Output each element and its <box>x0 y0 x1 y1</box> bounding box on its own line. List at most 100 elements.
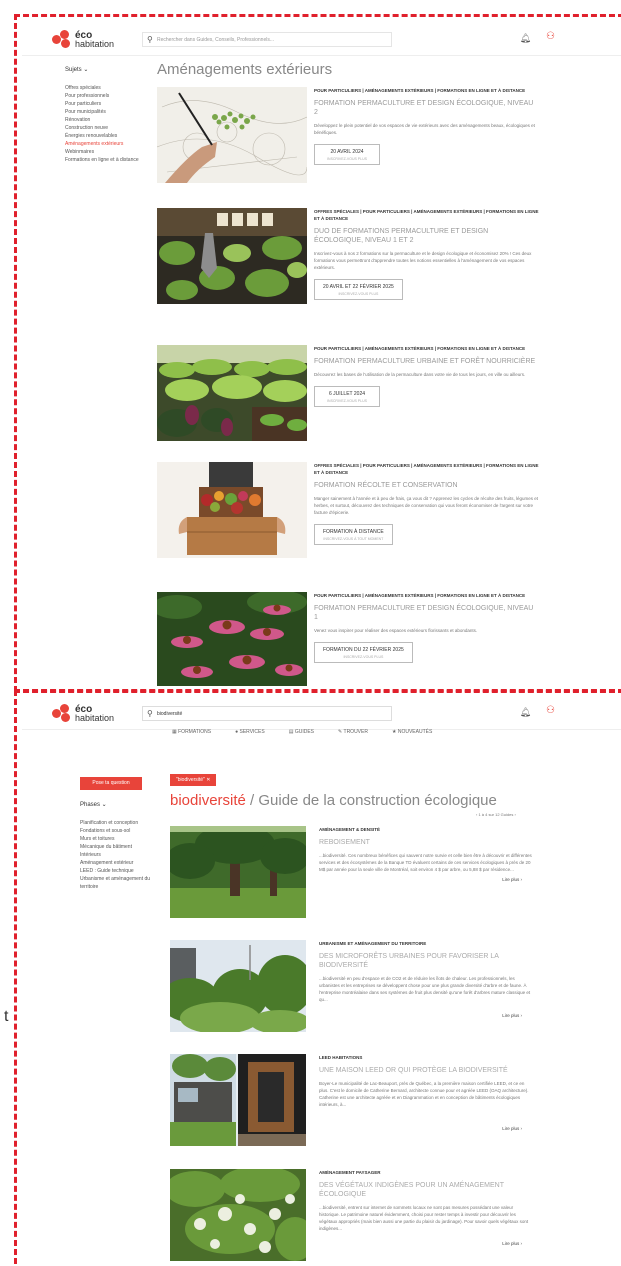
page-title: Aménagements extérieurs <box>157 61 333 78</box>
card-description: Boyer-Le municipalité de Lac-Beauport, p… <box>319 1081 529 1107</box>
site-logo[interactable]: éco habitation <box>52 704 114 722</box>
sidebar-item[interactable]: LEED : Guide technique <box>80 867 160 875</box>
card-description: ...biodiversité en peu d'espace et de CO… <box>319 976 531 1002</box>
pagination[interactable]: ‹ 1 à 4 sur 12 Guides › <box>476 812 516 817</box>
site-logo[interactable]: éco habitation <box>52 30 114 48</box>
date-button[interactable]: 20 AVRIL ET 22 FÉVRIER 2025 INSCRIVEZ-VO… <box>314 279 403 300</box>
guide-card[interactable]: LEED HABITATIONS UNE MAISON LEED OR QUI … <box>170 1054 532 1148</box>
card-title[interactable]: DUO DE FORMATIONS PERMACULTURE ET DESIGN… <box>314 227 539 245</box>
sidebar-item[interactable]: Pour particuliers <box>65 100 145 108</box>
card-title[interactable]: FORMATION RÉCOLTE ET CONSERVATION <box>314 481 539 490</box>
sidebar-item[interactable]: Pour municipalités <box>65 108 145 116</box>
sidebar-item[interactable]: Murs et toitures <box>80 835 160 843</box>
sidebar-item[interactable]: Offres spéciales <box>65 84 145 92</box>
card-image <box>170 826 306 918</box>
card-title[interactable]: DES MICROFORÊTS URBAINES POUR FAVORISER … <box>319 952 532 970</box>
card-title[interactable]: FORMATION PERMACULTURE URBAINE ET FORÊT … <box>314 357 539 366</box>
logo-mark-icon <box>52 704 72 722</box>
nav-item-trouver[interactable]: ✎ TROUVER <box>338 729 368 735</box>
card-category: POUR PARTICULIERS | AMÉNAGEMENTS EXTÉRIE… <box>314 593 526 598</box>
date-label: 20 AVRIL ET 22 FÉVRIER 2025 <box>323 284 394 290</box>
nav-item-guides[interactable]: ▤ GUIDES <box>289 729 314 735</box>
site-header: éco habitation ⚲ Rechercher dans Guides, … <box>22 26 621 56</box>
sidebar-item[interactable]: Énergies renouvelables <box>65 132 145 140</box>
course-card[interactable]: POUR PARTICULIERS | AMÉNAGEMENTS EXTÉRIE… <box>157 345 541 445</box>
card-category: URBANISME ET AMÉNAGEMENT DU TERRITOIRE <box>319 941 427 946</box>
nav-item-nouveautes[interactable]: ★ NOUVEAUTÉS <box>392 729 432 735</box>
course-card[interactable]: POUR PARTICULIERS | AMÉNAGEMENTS EXTÉRIE… <box>157 87 541 187</box>
date-label: 20 AVRIL 2024 <box>330 149 364 155</box>
main-nav: ▦ FORMATIONS ● SERVICES ▤ GUIDES ✎ TROUV… <box>172 729 432 735</box>
search-icon: ⚲ <box>147 35 153 44</box>
date-label: 6 JUILLET 2024 <box>328 391 366 397</box>
guide-card[interactable]: AMÉNAGEMENT PAYSAGER DES VÉGÉTAUX INDIGÈ… <box>170 1169 532 1263</box>
card-image <box>157 87 307 183</box>
card-category: POUR PARTICULIERS | AMÉNAGEMENTS EXTÉRIE… <box>314 88 526 93</box>
sidebar-item[interactable]: Rénovation <box>65 116 145 124</box>
card-title[interactable]: DES VÉGÉTAUX INDIGÈNES POUR UN AMÉNAGEME… <box>319 1181 532 1199</box>
filter-tag[interactable]: "biodiversité" ✕ <box>170 774 217 786</box>
card-category: LEED HABITATIONS <box>319 1055 363 1060</box>
search-input[interactable]: ⚲ Rechercher dans Guides, Conseils, Prof… <box>142 32 392 47</box>
sidebar-item[interactable]: Formations en ligne et à distance <box>65 156 145 164</box>
read-more-link[interactable]: Lire plus › <box>502 1241 522 1246</box>
search-input[interactable]: ⚲ biodiversité <box>142 706 392 721</box>
card-title[interactable]: UNE MAISON LEED OR QUI PROTÈGE LA BIODIV… <box>319 1066 532 1075</box>
sidebar-item[interactable]: Construction neuve <box>65 124 145 132</box>
sidebar-item[interactable]: Aménagement extérieur <box>80 859 160 867</box>
site-header-2: éco habitation ⚲ biodiversité 🔔︎ ⚇ <box>22 700 621 730</box>
search-placeholder: Rechercher dans Guides, Conseils, Profes… <box>157 37 275 43</box>
course-card[interactable]: OFFRES SPÉCIALES | POUR PARTICULIERS | A… <box>157 208 541 308</box>
guide-card[interactable]: URBANISME ET AMÉNAGEMENT DU TERRITOIRE D… <box>170 940 532 1034</box>
sidebar-item[interactable]: Intérieurs <box>80 851 160 859</box>
sidebar-item[interactable]: Fondations et sous-sol <box>80 827 160 835</box>
search-value: biodiversité <box>157 711 183 717</box>
title-keyword: biodiversité <box>170 792 246 809</box>
stray-text: t <box>4 1008 9 1025</box>
course-card[interactable]: OFFRES SPÉCIALES | POUR PARTICULIERS | A… <box>157 462 541 562</box>
bell-icon[interactable]: 🔔︎ <box>520 33 531 44</box>
sidebar-phases-toggle[interactable]: Phases ⌄ <box>80 801 160 809</box>
ask-question-button[interactable]: Pose ta question <box>80 777 142 790</box>
date-sub: INSCRIVEZ-VOUS PLUS <box>327 399 367 403</box>
logo-line2: habitation <box>75 712 115 723</box>
card-description: Développez le plein potentiel de vos esp… <box>314 123 535 135</box>
guide-card[interactable]: AMÉNAGEMENT & DENSITÉ REBOISEMENT ...bio… <box>170 826 532 920</box>
date-button[interactable]: FORMATION À DISTANCE INSCRIVEZ-VOUS À TO… <box>314 524 393 545</box>
user-icon[interactable]: ⚇ <box>546 705 555 716</box>
card-category: OFFRES SPÉCIALES | POUR PARTICULIERS | A… <box>314 209 539 221</box>
card-description: Manger sainement à l'année et à peu de f… <box>314 496 538 515</box>
card-title[interactable]: REBOISEMENT <box>319 838 532 847</box>
date-button[interactable]: 20 AVRIL 2024 INSCRIVEZ-VOUS PLUS <box>314 144 380 165</box>
title-rest: / Guide de la construction écologique <box>245 792 497 809</box>
nav-item-formations[interactable]: ▦ FORMATIONS <box>172 729 211 735</box>
card-title[interactable]: FORMATION PERMACULTURE ET DESIGN ÉCOLOGI… <box>314 99 539 117</box>
card-description: Venez vous inspirer pour réaliser des es… <box>314 628 478 633</box>
card-title[interactable]: FORMATION PERMACULTURE ET DESIGN ÉCOLOGI… <box>314 604 539 622</box>
sidebar-item-active[interactable]: Aménagements extérieurs <box>65 140 145 148</box>
date-sub: INSCRIVEZ-VOUS PLUS <box>338 292 379 296</box>
course-card[interactable]: POUR PARTICULIERS | AMÉNAGEMENTS EXTÉRIE… <box>157 592 541 688</box>
sidebar-item[interactable]: Pour professionnels <box>65 92 145 100</box>
sidebar-item[interactable]: Urbanisme et aménagement du territoire <box>80 875 160 891</box>
nav-item-services[interactable]: ● SERVICES <box>235 729 265 735</box>
card-category: POUR PARTICULIERS | AMÉNAGEMENTS EXTÉRIE… <box>314 346 526 351</box>
card-image <box>157 208 307 304</box>
card-category: AMÉNAGEMENT PAYSAGER <box>319 1170 381 1175</box>
date-label: FORMATION DU 22 FÉVRIER 2025 <box>323 647 404 653</box>
user-icon[interactable]: ⚇ <box>546 31 555 42</box>
date-button[interactable]: 6 JUILLET 2024 INSCRIVEZ-VOUS PLUS <box>314 386 380 407</box>
sidebar-topics-toggle[interactable]: Sujets ⌄ <box>65 66 145 74</box>
bell-icon[interactable]: 🔔︎ <box>520 707 531 718</box>
read-more-link[interactable]: Lire plus › <box>502 1013 522 1018</box>
card-category: AMÉNAGEMENT & DENSITÉ <box>319 827 381 832</box>
read-more-link[interactable]: Lire plus › <box>502 1126 522 1131</box>
sidebar-item[interactable]: Webinmaires <box>65 148 145 156</box>
sidebar-topics: Sujets ⌄ Offres spéciales Pour professio… <box>65 66 145 164</box>
card-description: ...biodiversité, entrent sur internet de… <box>319 1205 529 1231</box>
sidebar-item[interactable]: Planification et conception <box>80 819 160 827</box>
read-more-link[interactable]: Lire plus › <box>502 877 522 882</box>
logo-mark-icon <box>52 30 72 48</box>
date-button[interactable]: FORMATION DU 22 FÉVRIER 2025 INSCRIVEZ-V… <box>314 642 413 663</box>
sidebar-item[interactable]: Mécanique du bâtiment <box>80 843 160 851</box>
